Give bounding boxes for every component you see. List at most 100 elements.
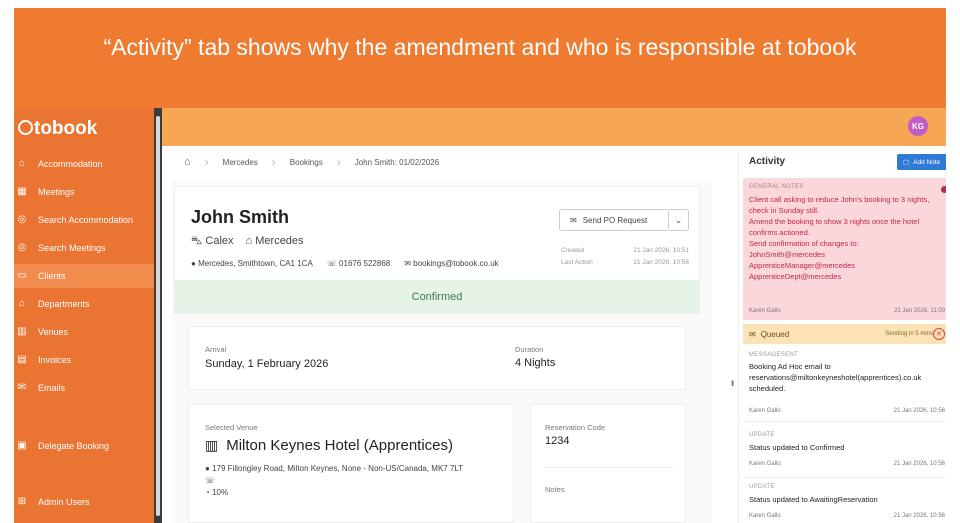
sidebar-item-invoices[interactable]: ▤ Invoices bbox=[14, 348, 154, 372]
breadcrumb-item[interactable]: Mercedes bbox=[223, 158, 258, 167]
note-line: ApprenticeDept@mercedes bbox=[749, 272, 842, 281]
tobook-logo[interactable]: tobook bbox=[18, 118, 97, 140]
home-icon[interactable]: ⌂ bbox=[184, 156, 191, 168]
entry-time: 21 Jan 2026, 10:56 bbox=[893, 513, 945, 519]
last-action-value: 21 Jan 2026, 10:56 bbox=[633, 259, 689, 266]
phone-icon: ☏ bbox=[205, 476, 216, 485]
add-note-button[interactable]: ▢ Add Note bbox=[897, 154, 946, 170]
client-name: John Smith bbox=[191, 207, 289, 227]
compass-icon: ◎ bbox=[17, 242, 27, 253]
sidebar-item-label: Clients bbox=[38, 271, 66, 281]
arrival-value: Sunday, 1 February 2026 bbox=[205, 358, 329, 370]
top-bar: KG bbox=[162, 108, 946, 146]
mail-icon: ✉ bbox=[570, 215, 577, 225]
mail-icon: ✉ bbox=[404, 259, 411, 268]
departments-icon: ⌂ bbox=[18, 298, 26, 309]
car-icon: ⛍ bbox=[191, 235, 203, 247]
activity-title: Activity bbox=[749, 156, 786, 167]
chevron-right-icon: › bbox=[204, 155, 209, 169]
logo-ring-icon bbox=[18, 120, 33, 135]
note-text: Client call asking to reduce John's book… bbox=[749, 194, 945, 282]
breadcrumb-item[interactable]: Bookings bbox=[290, 158, 323, 167]
entry-footer: Karen Gallo 21 Jan 2026, 10:56 bbox=[749, 461, 945, 467]
clients-icon: ▭ bbox=[17, 270, 27, 281]
admin-icon: ⊞ bbox=[17, 496, 27, 507]
sidebar-item-departments[interactable]: ⌂ Departments bbox=[14, 292, 154, 316]
activity-entry: UPDATE Status updated to Confirmed Karen… bbox=[743, 426, 946, 478]
venue-label: Selected Venue bbox=[205, 423, 258, 432]
phone-icon: ☏ bbox=[326, 259, 337, 268]
queued-timer: Sending in 5 mins bbox=[885, 331, 933, 337]
note-line: Send confirmation of changes to: bbox=[749, 239, 859, 248]
note-line: Client call asking to reduce John's book… bbox=[749, 195, 930, 215]
last-action-meta: Last Action 21 Jan 2026, 10:56 bbox=[561, 259, 689, 266]
venue-address-text: 179 Fillongley Road, Milton Keynes, None… bbox=[212, 464, 464, 473]
tutorial-banner: “Activity” tab shows why the amendment a… bbox=[14, 8, 946, 108]
chevron-right-icon: › bbox=[336, 155, 341, 169]
activity-panel: Activity ▢ Add Note GENERAL NOTES Client… bbox=[738, 150, 946, 523]
entry-tag: UPDATE bbox=[749, 484, 775, 490]
note-line: Amend the booking to show 3 nights once … bbox=[749, 217, 920, 237]
sidebar-item-venues[interactable]: ▥ Venues bbox=[14, 320, 154, 344]
percent-icon: ◔ bbox=[205, 488, 210, 497]
res-code-label: Reservation Code bbox=[545, 423, 606, 432]
sidebar-item-accommodation[interactable]: ⌂ Accommodation bbox=[14, 152, 154, 176]
sidebar-item-label: Accommodation bbox=[38, 159, 103, 169]
sidebar-item-admin-users[interactable]: ⊞ Admin Users bbox=[14, 490, 154, 514]
scrollbar-thumb[interactable] bbox=[156, 116, 160, 516]
created-meta: Created 21 Jan 2026, 10:51 bbox=[561, 247, 689, 254]
booking-header-card: John Smith ⛍ Calex ⌂ Mercedes ● Mercedes… bbox=[174, 186, 700, 294]
sidebar-item-clients[interactable]: ▭ Clients bbox=[14, 264, 154, 288]
entry-footer: Karen Gallo 21 Jan 2026, 10:56 bbox=[749, 513, 945, 519]
add-note-label: Add Note bbox=[913, 158, 941, 166]
duration-label: Duration bbox=[515, 345, 544, 354]
calendar-icon: ▣ bbox=[17, 440, 27, 451]
meetings-icon: ▦ bbox=[17, 186, 27, 197]
arrival-card: Arrival Sunday, 1 February 2026 Duration… bbox=[188, 326, 686, 390]
venue-card: Selected Venue ▥ Milton Keynes Hotel (Ap… bbox=[188, 404, 514, 523]
sidebar-item-label: Emails bbox=[38, 383, 66, 393]
sidebar-item-label: Invoices bbox=[38, 355, 72, 365]
activity-entry: MESSAGESENT Booking Ad Hoc email to rese… bbox=[743, 346, 946, 422]
sidebar-item-label: Meetings bbox=[38, 187, 75, 197]
venue-name[interactable]: ▥ Milton Keynes Hotel (Apprentices) bbox=[205, 437, 453, 454]
chevron-right-icon: › bbox=[271, 155, 276, 169]
sidebar-item-search-meetings[interactable]: ◎ Search Meetings bbox=[14, 236, 154, 260]
sidebar-item-label: Search Meetings bbox=[38, 243, 106, 253]
send-po-request-button[interactable]: ✉ Send PO Request bbox=[559, 209, 669, 231]
note-line: ApprenticeManager@mercedes bbox=[749, 261, 855, 270]
booking-panel: John Smith ⛍ Calex ⌂ Mercedes ● Mercedes… bbox=[172, 180, 712, 523]
cancel-icon[interactable]: ✕ bbox=[933, 328, 945, 340]
arrival-label: Arrival bbox=[205, 345, 227, 354]
building-icon: ▥ bbox=[17, 326, 27, 337]
sidebar-item-label: Venues bbox=[38, 327, 69, 337]
sidebar-scrollbar[interactable] bbox=[154, 108, 162, 523]
address: ● Mercedes, Smithtown, CA1 1CA bbox=[191, 259, 313, 268]
general-note[interactable]: GENERAL NOTES Client call asking to redu… bbox=[743, 178, 946, 320]
reservation-card: Reservation Code 1234 Notes bbox=[530, 404, 686, 523]
sidebar-item-emails[interactable]: ✉ Emails bbox=[14, 376, 154, 400]
sidebar-item-delegate-booking[interactable]: ▣ Delegate Booking bbox=[14, 434, 154, 458]
venue-percent: 10% bbox=[212, 488, 229, 497]
created-label: Created bbox=[561, 247, 585, 254]
venue-name-text: Milton Keynes Hotel (Apprentices) bbox=[226, 437, 453, 454]
last-action-label: Last Action bbox=[561, 259, 593, 266]
email: ✉ bookings@tobook.co.uk bbox=[404, 259, 498, 268]
entry-text: Status updated to AwaitingReservation bbox=[749, 495, 878, 504]
avatar[interactable]: KG bbox=[908, 116, 928, 136]
po-dropdown-button[interactable]: ⌄ bbox=[669, 209, 689, 231]
chevron-down-icon: ⌄ bbox=[674, 214, 683, 225]
client-label: Mercedes bbox=[255, 235, 304, 247]
note-line: JohnSmith@mercedes bbox=[749, 250, 825, 259]
phone: ☏ 01676 522868 bbox=[327, 259, 390, 268]
pin-icon[interactable] bbox=[941, 186, 946, 193]
invoice-icon: ▤ bbox=[17, 354, 27, 365]
entry-text: Status updated to Confirmed bbox=[749, 443, 845, 452]
po-button-label: Send PO Request bbox=[582, 215, 648, 225]
sidebar-item-search-accommodation[interactable]: ◎ Search Accommodation bbox=[14, 208, 154, 232]
sidebar-item-meetings[interactable]: ▦ Meetings bbox=[14, 180, 154, 204]
phone-text: 01676 522868 bbox=[339, 259, 391, 268]
entry-tag: UPDATE bbox=[749, 432, 775, 438]
booking-tags: ⛍ Calex ⌂ Mercedes bbox=[191, 235, 304, 249]
panel-resize-handle[interactable]: ••• bbox=[728, 380, 737, 385]
